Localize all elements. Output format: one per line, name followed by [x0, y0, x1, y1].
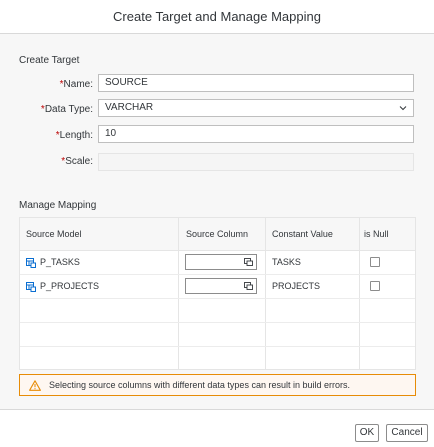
- data-type-select[interactable]: VARCHAR: [98, 99, 414, 117]
- scale-label: *Scale:: [61, 156, 93, 167]
- chevron-down-icon[interactable]: [399, 104, 407, 112]
- dialog-footer: OK Cancel: [0, 409, 434, 447]
- warning-text: Selecting source columns with different …: [49, 380, 350, 390]
- source-column-input[interactable]: [185, 254, 257, 270]
- data-type-select-value: VARCHAR: [105, 102, 154, 113]
- view-model-icon: [26, 282, 36, 292]
- warning-message-strip: Selecting source columns with different …: [19, 374, 416, 396]
- value-help-icon[interactable]: [244, 258, 253, 266]
- length-input[interactable]: 10: [98, 125, 414, 143]
- create-target-section-title: Create Target: [19, 55, 80, 66]
- ok-button[interactable]: OK: [355, 424, 379, 442]
- length-input-value: 10: [105, 128, 117, 139]
- table-header: Source Model Source Column Constant Valu…: [20, 218, 415, 251]
- mapping-table: Source Model Source Column Constant Valu…: [19, 217, 416, 370]
- dialog-header: Create Target and Manage Mapping: [0, 0, 434, 34]
- data-type-label: *Data Type:: [40, 104, 93, 115]
- empty-table-row: [20, 323, 415, 347]
- empty-table-row: [20, 347, 415, 370]
- dialog-title: Create Target and Manage Mapping: [113, 9, 321, 24]
- empty-table-row: [20, 299, 415, 323]
- source-model-cell: P_PROJECTS: [40, 281, 100, 291]
- constant-value-cell: PROJECTS: [272, 281, 321, 291]
- source-column-input[interactable]: [185, 278, 257, 294]
- view-model-icon: [26, 258, 36, 268]
- is-null-checkbox[interactable]: [370, 257, 380, 267]
- scale-input: [98, 153, 414, 171]
- column-header-constant-value[interactable]: Constant Value: [272, 218, 333, 250]
- is-null-checkbox[interactable]: [370, 281, 380, 291]
- table-row: P_PROJECTS PROJECTS: [20, 275, 415, 299]
- table-row: P_TASKS TASKS: [20, 251, 415, 275]
- manage-mapping-section-title: Manage Mapping: [19, 200, 97, 211]
- warning-icon: [29, 379, 41, 391]
- name-input-value: SOURCE: [105, 77, 148, 88]
- column-header-is-null[interactable]: is Null: [364, 218, 389, 250]
- value-help-icon[interactable]: [244, 282, 253, 290]
- create-target-dialog: Create Target and Manage Mapping Create …: [0, 0, 434, 447]
- name-label: *Name:: [59, 79, 93, 90]
- source-model-cell: P_TASKS: [40, 257, 80, 267]
- length-label: *Length:: [55, 130, 93, 141]
- cancel-button[interactable]: Cancel: [386, 424, 428, 442]
- column-header-source-column[interactable]: Source Column: [186, 218, 248, 250]
- name-input[interactable]: SOURCE: [98, 74, 414, 92]
- constant-value-cell: TASKS: [272, 257, 301, 267]
- column-header-source-model[interactable]: Source Model: [26, 218, 82, 250]
